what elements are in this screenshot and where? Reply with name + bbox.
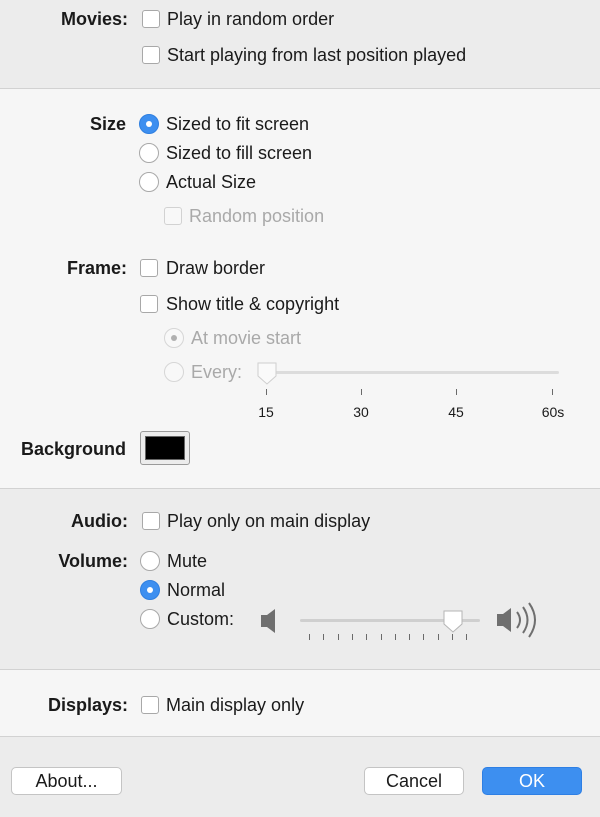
- audio-label: Audio:: [71, 511, 128, 531]
- background-color-swatch: [145, 436, 185, 460]
- volume-tick: [366, 634, 368, 640]
- fit-screen-radio[interactable]: [139, 114, 159, 134]
- volume-tick: [423, 634, 425, 640]
- every-label: Every:: [191, 362, 243, 382]
- main-display-only-label: Main display only: [166, 695, 305, 715]
- volume-tick: [337, 634, 339, 640]
- interval-tick: [266, 389, 267, 395]
- show-title-checkbox[interactable]: [140, 295, 158, 313]
- volume-tick: [351, 634, 353, 640]
- volume-tick: [466, 634, 468, 640]
- random-order-label: Play in random order: [167, 9, 335, 29]
- interval-tick: [552, 389, 553, 395]
- main-display-only-checkbox[interactable]: [141, 696, 159, 714]
- actual-size-radio[interactable]: [139, 172, 159, 192]
- speaker-high-icon: [497, 602, 536, 638]
- at-movie-start-label: At movie start: [191, 328, 302, 348]
- fill-screen-label: Sized to fill screen: [166, 143, 313, 163]
- random-position-label: Random position: [189, 206, 325, 226]
- interval-tick: [456, 389, 457, 395]
- volume-tick: [452, 634, 453, 640]
- volume-tick: [437, 634, 439, 640]
- size-label: Size: [89, 114, 126, 134]
- random-order-checkbox[interactable]: [142, 10, 160, 28]
- show-title-label: Show title & copyright: [166, 294, 340, 314]
- every-radio[interactable]: [164, 362, 184, 382]
- mute-radio[interactable]: [140, 551, 160, 571]
- volume-tick: [380, 634, 382, 640]
- interval-tick-label: 15: [258, 404, 274, 420]
- draw-border-checkbox[interactable]: [140, 259, 158, 277]
- about-button[interactable]: About...: [11, 767, 122, 795]
- movies-label: Movies:: [60, 9, 128, 29]
- interval-slider-thumb[interactable]: [256, 362, 278, 386]
- actual-size-label: Actual Size: [166, 172, 257, 192]
- draw-border-label: Draw border: [166, 258, 266, 278]
- resume-label: Start playing from last position played: [167, 45, 467, 65]
- at-movie-start-radio[interactable]: [164, 328, 184, 348]
- volume-tick: [323, 634, 325, 640]
- background-color-well[interactable]: [140, 431, 190, 465]
- normal-radio[interactable]: [140, 580, 160, 600]
- custom-radio[interactable]: [140, 609, 160, 629]
- speaker-low-icon: [261, 609, 275, 633]
- interval-slider-track[interactable]: [258, 371, 559, 374]
- random-position-checkbox[interactable]: [164, 207, 182, 225]
- interval-tick-label: 60s: [541, 404, 565, 420]
- main-display-audio-checkbox[interactable]: [142, 512, 160, 530]
- displays-label: Displays:: [47, 695, 128, 715]
- main-display-audio-label: Play only on main display: [167, 511, 371, 531]
- background-label: Background: [20, 439, 126, 459]
- volume-tick: [394, 634, 396, 640]
- fill-screen-radio[interactable]: [139, 143, 159, 163]
- ok-button[interactable]: OK: [482, 767, 582, 795]
- volume-tick: [409, 634, 411, 640]
- frame-label: Frame:: [66, 258, 127, 278]
- fit-screen-label: Sized to fit screen: [166, 114, 310, 134]
- interval-tick: [361, 389, 362, 395]
- volume-label: Volume:: [58, 551, 128, 571]
- interval-tick-label: 30: [353, 404, 369, 420]
- mute-label: Mute: [167, 551, 208, 571]
- normal-label: Normal: [167, 580, 226, 600]
- custom-label: Custom:: [167, 609, 235, 629]
- volume-tick: [309, 634, 310, 640]
- volume-slider-thumb[interactable]: [442, 610, 464, 634]
- interval-tick-label: 45: [448, 404, 464, 420]
- cancel-button[interactable]: Cancel: [364, 767, 464, 795]
- resume-checkbox[interactable]: [142, 46, 160, 64]
